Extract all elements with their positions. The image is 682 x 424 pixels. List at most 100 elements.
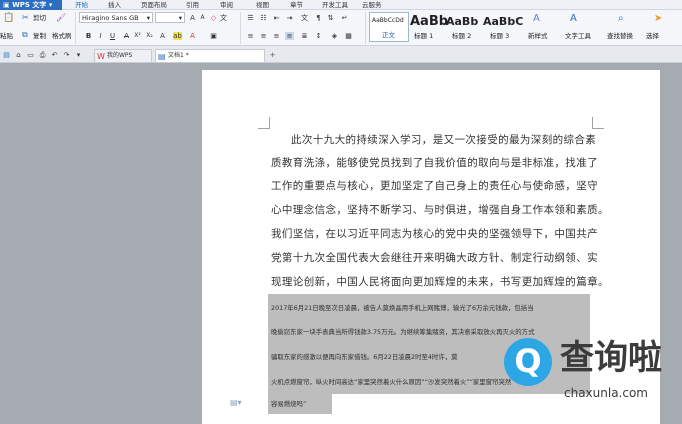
- grow-font-icon[interactable]: A: [188, 14, 197, 22]
- tab-document1[interactable]: ▤ 文档1 *: [155, 49, 265, 62]
- numbered-list-icon[interactable]: ☷: [259, 14, 268, 22]
- redo-icon[interactable]: ↷: [62, 51, 71, 59]
- selected-text-line: 火机点燃窗帘，纵火时间高达“家里突然着火什么原因”“沙发突然着火”“家里窗帘突然: [271, 378, 512, 386]
- paragraph-line: 心中理念信念，坚持不断学习、与时俱进，增强自身工作本领和素质。: [271, 204, 609, 216]
- selected-text-line: 晚偷窃东家一块手表典当所得钱款3.75万元。为继续筹集赌资，其决意采取放火再灭火…: [271, 328, 535, 336]
- style-normal[interactable]: AaBbCcDd 正文: [369, 12, 409, 42]
- cut-button[interactable]: 剪切: [33, 14, 46, 22]
- align-center-icon[interactable]: ≡: [259, 32, 268, 40]
- chinese-layout-icon[interactable]: 文: [300, 14, 309, 22]
- bullet-list-icon[interactable]: ☰: [246, 14, 255, 22]
- copy-icon: ⧉: [22, 30, 28, 39]
- paragraph-mark-icon[interactable]: ↵: [340, 14, 349, 22]
- bold-icon[interactable]: B: [84, 32, 93, 40]
- app-name: WPS 文字: [12, 1, 47, 9]
- font-size-box[interactable]: ▾: [155, 12, 185, 23]
- increase-indent-icon[interactable]: ⇥: [285, 14, 294, 22]
- ribbon: 📋 粘贴 ✂ 剪切 ⧉ 复制 🖌 格式刷 Hiragino Sans GB ▾ …: [0, 10, 682, 46]
- chevron-down-icon[interactable]: ▾: [74, 51, 83, 59]
- show-marks-icon[interactable]: ¶: [314, 14, 323, 22]
- tab-cloud[interactable]: 云服务: [362, 0, 382, 10]
- tab-page-layout[interactable]: 页面布局: [141, 0, 167, 10]
- subscript-icon[interactable]: X₂: [145, 32, 154, 40]
- font-color-icon[interactable]: A: [188, 32, 197, 40]
- paragraph-line: 现理论创新，中国人民将面向更加辉煌的未来，书写更加辉煌的篇章。: [271, 276, 609, 288]
- paragraph-layout-icon[interactable]: ▤▾: [230, 398, 242, 407]
- text-tools-button[interactable]: 文字工具: [565, 32, 591, 40]
- tab-developer[interactable]: 开发工具: [322, 0, 348, 10]
- tab-my-wps[interactable]: W 我的WPS: [94, 49, 152, 62]
- decrease-indent-icon[interactable]: ⇤: [272, 14, 281, 22]
- shrink-font-icon[interactable]: A: [198, 14, 207, 22]
- scissors-icon: ✂: [22, 13, 29, 22]
- align-left-icon[interactable]: ≡: [246, 32, 255, 40]
- new-doc-icon[interactable]: ▤: [2, 51, 11, 59]
- paragraph-line: 质教育洗涤，能够使党员找到了自我价值的取向与是非标准，找准了: [271, 157, 598, 169]
- font-name-box[interactable]: Hiragino Sans GB ▾: [79, 12, 153, 23]
- shading-icon[interactable]: ◈: [330, 32, 339, 40]
- style-heading1-label[interactable]: 标题 1: [414, 32, 433, 40]
- paragraph-line: 工作的重要点与核心，更加坚定了自己身上的责任心与使命感，坚守: [271, 180, 598, 192]
- style-heading1-preview[interactable]: AaBb: [410, 15, 448, 29]
- selected-text-line: 骗取东家的感激以便再向东家借钱。6月22日凌晨2时至4时许，莫: [271, 353, 458, 361]
- selected-text-line: 容易燃烧吗”: [271, 400, 307, 408]
- magnifier-icon: ⌕: [618, 13, 624, 24]
- tab-references[interactable]: 引用: [186, 0, 199, 10]
- italic-icon[interactable]: I: [96, 32, 105, 40]
- app-menu-button[interactable]: ▣ WPS 文字 ▾: [0, 0, 62, 10]
- tab-home[interactable]: 开始: [75, 0, 88, 10]
- line-spacing-icon[interactable]: ↕: [314, 32, 323, 40]
- cursor-icon: ➤: [654, 13, 663, 24]
- undo-icon[interactable]: ↶: [50, 51, 59, 59]
- paste-icon: 📋: [3, 13, 15, 23]
- phonetic-icon[interactable]: 文: [219, 14, 228, 22]
- distribute-icon[interactable]: ≣: [300, 32, 309, 40]
- paragraph-line: 此次十九大的持续深入学习，是又一次接受的最为深刻的综合素: [291, 134, 597, 146]
- save-icon[interactable]: ▭: [26, 51, 35, 59]
- tab-my-wps-label: 我的WPS: [107, 52, 133, 59]
- new-style-icon: A: [533, 13, 540, 24]
- style-normal-preview: AaBbCcDd: [372, 17, 404, 24]
- find-replace-button[interactable]: 查找替换: [607, 32, 633, 40]
- divider: [365, 12, 366, 44]
- border-icon[interactable]: ▣: [209, 32, 218, 40]
- menu-bar: ▣ WPS 文字 ▾ 开始 插入 页面布局 引用 审阅 视图 章节 开发工具 云…: [0, 0, 682, 10]
- tab-review[interactable]: 审阅: [220, 0, 233, 10]
- chevron-down-icon: ▾: [178, 14, 182, 22]
- chevron-down-icon: ▾: [146, 14, 150, 22]
- copy-button[interactable]: 复制: [33, 32, 46, 40]
- open-icon[interactable]: ⌂: [14, 51, 23, 59]
- text-effect-icon[interactable]: A: [158, 32, 167, 40]
- print-icon[interactable]: ⎙: [38, 51, 47, 59]
- brush-icon: 🖌: [56, 13, 67, 22]
- divider: [240, 12, 241, 44]
- new-style-button[interactable]: 新样式: [528, 32, 548, 40]
- select-button[interactable]: 选择: [646, 32, 659, 40]
- style-heading2-preview[interactable]: AaBb: [446, 16, 478, 28]
- tab-view[interactable]: 视图: [256, 0, 269, 10]
- strikethrough-icon[interactable]: A: [122, 32, 131, 40]
- clear-format-icon[interactable]: ◇: [209, 14, 218, 22]
- selected-text-line: 2017年6月21日晚至次日凌晨，被告人莫焕晶用手机上网赌博，输光了6万余元钱款…: [271, 304, 534, 312]
- underline-icon[interactable]: U: [108, 32, 117, 40]
- tab-document1-label: 文档1 *: [168, 52, 189, 59]
- superscript-icon[interactable]: X²: [133, 32, 142, 40]
- tab-sections[interactable]: 章节: [290, 0, 303, 10]
- add-tab-icon[interactable]: +: [268, 51, 277, 59]
- align-right-icon[interactable]: ≡: [272, 32, 281, 40]
- highlight-icon[interactable]: ab: [173, 32, 182, 40]
- justify-icon[interactable]: ≡: [285, 32, 294, 40]
- paste-button[interactable]: 粘贴: [0, 32, 13, 40]
- styles-more-icon[interactable]: ▾: [513, 16, 522, 24]
- sort-icon[interactable]: ⇅: [326, 14, 335, 22]
- style-heading3-label[interactable]: 标题 3: [490, 32, 509, 40]
- watermark-name: 查询啦: [560, 338, 662, 378]
- format-painter-button[interactable]: 格式刷: [52, 32, 72, 40]
- table-border-icon[interactable]: ▦: [344, 32, 353, 40]
- style-heading2-label[interactable]: 标题 2: [452, 32, 471, 40]
- document-icon: ▤: [158, 52, 166, 61]
- wps-logo-icon: W: [97, 52, 105, 61]
- document-tab-bar: ▤ ⌂ ▭ ⎙ ↶ ↷ ▾ W 我的WPS ▤ 文档1 * +: [0, 46, 682, 63]
- tab-insert[interactable]: 插入: [108, 0, 121, 10]
- paragraph-line: 我们坚信，在以习近平同志为核心的党中央的坚强领导下，中国共产: [271, 228, 598, 240]
